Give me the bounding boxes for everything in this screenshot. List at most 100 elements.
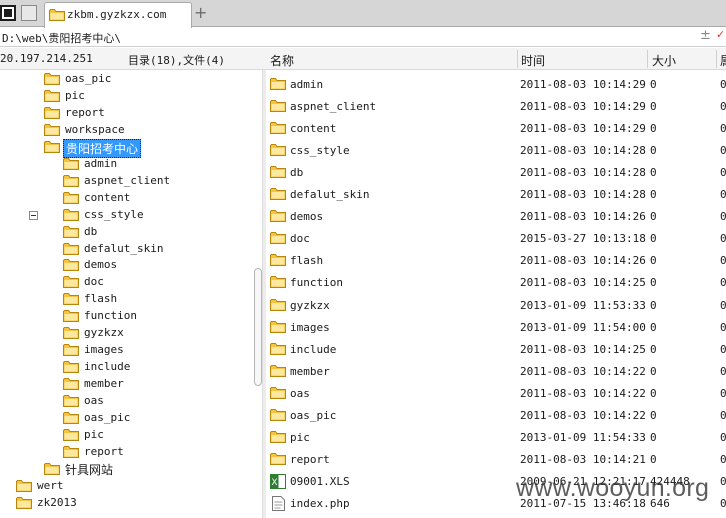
svg-text:X: X — [271, 478, 277, 488]
address-path[interactable]: D:\web\贵阳招考中心\ — [2, 30, 121, 46]
folder-icon — [270, 386, 286, 402]
file-row[interactable]: report 2011-08-03 10:14:21 0 0 — [266, 448, 726, 470]
tree-item-label: report — [65, 105, 105, 119]
folder-icon — [44, 123, 60, 136]
folder-icon — [63, 242, 79, 255]
collapse-icon[interactable] — [29, 211, 38, 220]
file-time: 2011-08-03 10:14:28 — [520, 166, 646, 180]
file-row[interactable]: pic 2013-01-09 11:54:33 0 0 — [266, 426, 726, 448]
php-file-icon — [270, 495, 286, 514]
column-divider[interactable] — [716, 50, 717, 68]
directory-tree[interactable]: oas_pic pic report workspace 贵阳招考中心 admin aspn… — [0, 70, 262, 518]
plus-minus-icon[interactable]: ± — [700, 28, 711, 43]
file-row[interactable]: defalut_skin 2011-08-03 10:14:28 0 0 — [266, 183, 726, 205]
file-row[interactable]: content 2011-08-03 10:14:29 0 0 — [266, 117, 726, 139]
column-divider[interactable] — [647, 50, 648, 68]
file-list[interactable]: admin 2011-08-03 10:14:29 0 0 aspnet_client 2… — [266, 70, 726, 518]
tree-item-label: doc — [84, 275, 104, 289]
file-row[interactable]: oas_pic 2011-08-03 10:14:22 0 0 — [266, 404, 726, 426]
file-row[interactable]: demos 2011-08-03 10:14:26 0 0 — [266, 205, 726, 227]
column-divider[interactable] — [517, 50, 518, 68]
watermark: www.wooyun.org — [516, 474, 710, 502]
tree-item-label: include — [84, 360, 131, 374]
file-time: 2011-08-03 10:14:25 — [520, 342, 646, 356]
file-name: defalut_skin — [290, 188, 370, 202]
column-size[interactable]: 大小 — [652, 52, 676, 69]
file-row[interactable]: images 2013-01-09 11:54:00 0 0 — [266, 316, 726, 338]
toolbar-toggle-icon[interactable] — [21, 5, 37, 21]
folder-icon — [270, 364, 286, 380]
file-time: 2011-08-03 10:14:22 — [520, 408, 646, 422]
file-size: 0 — [650, 298, 657, 312]
file-size: 0 — [650, 320, 657, 334]
file-row[interactable]: flash 2011-08-03 10:14:26 0 0 — [266, 249, 726, 271]
file-attr: 0 — [720, 430, 726, 444]
file-attr: 0 — [720, 254, 726, 268]
file-time: 2011-08-03 10:14:26 — [520, 210, 646, 224]
folder-icon — [63, 225, 79, 238]
tree-item-label: 贵阳招考中心 — [63, 138, 142, 158]
file-row[interactable]: aspnet_client 2011-08-03 10:14:29 0 0 — [266, 95, 726, 117]
file-size: 0 — [650, 364, 657, 378]
file-row[interactable]: css_style 2011-08-03 10:14:28 0 0 — [266, 139, 726, 161]
file-attr: 0 — [720, 122, 726, 136]
file-time: 2011-08-03 10:14:29 — [520, 100, 646, 114]
file-name: doc — [290, 232, 310, 246]
file-row[interactable]: db 2011-08-03 10:14:28 0 0 — [266, 161, 726, 183]
file-row[interactable]: function 2011-08-03 10:14:25 0 0 — [266, 271, 726, 293]
file-row[interactable]: gyzkzx 2013-01-09 11:53:33 0 0 — [266, 294, 726, 316]
tree-item-label: zk2013 — [37, 495, 77, 509]
file-name: oas_pic — [290, 408, 337, 422]
file-size: 0 — [650, 166, 657, 180]
file-time: 2011-08-03 10:14:21 — [520, 452, 646, 466]
tree-item-label: oas — [84, 394, 104, 408]
file-name: 09001.XLS — [290, 474, 350, 488]
file-attr: 0 — [720, 232, 726, 246]
tree-item-label: css_style — [84, 207, 144, 221]
file-attr: 0 — [720, 298, 726, 312]
folder-icon — [44, 72, 60, 85]
file-size: 0 — [650, 188, 657, 202]
file-attr: 0 — [720, 452, 726, 466]
folder-icon — [63, 428, 79, 441]
folder-icon — [270, 408, 286, 424]
file-row[interactable]: member 2011-08-03 10:14:22 0 0 — [266, 360, 726, 382]
file-time: 2015-03-27 10:13:18 — [520, 232, 646, 246]
column-attr[interactable]: 属 — [720, 52, 726, 69]
file-name: aspnet_client — [290, 100, 377, 114]
window-menu-icon[interactable] — [0, 5, 16, 21]
column-name[interactable]: 名称 — [270, 52, 294, 69]
tab-title: zkbm.gyzkzx.com — [67, 8, 167, 21]
file-time: 2013-01-09 11:53:33 — [520, 298, 646, 312]
check-icon[interactable]: ✓ — [716, 28, 725, 41]
file-name: demos — [290, 210, 324, 224]
folder-icon — [270, 77, 286, 93]
tree-item-label: function — [84, 309, 137, 323]
tab-active[interactable]: zkbm.gyzkzx.com — [44, 2, 192, 28]
excel-file-icon: X — [270, 473, 286, 492]
file-name: css_style — [290, 144, 350, 158]
file-row[interactable]: include 2011-08-03 10:14:25 0 0 — [266, 338, 726, 360]
item-count: 目录(18),文件(4) — [128, 54, 225, 67]
tree-item-label: 针具网站 — [65, 462, 114, 477]
file-attr: 0 — [720, 78, 726, 91]
tree-item-label: flash — [84, 292, 118, 306]
file-time: 2011-08-03 10:14:22 — [520, 364, 646, 378]
file-row[interactable]: oas 2011-08-03 10:14:22 0 0 — [266, 382, 726, 404]
file-attr: 0 — [720, 276, 726, 290]
file-attr: 0 — [720, 210, 726, 224]
file-row[interactable]: doc 2015-03-27 10:13:18 0 0 — [266, 227, 726, 249]
new-tab-button[interactable]: + — [194, 3, 207, 22]
tree-item-label: workspace — [65, 122, 125, 136]
folder-icon — [270, 452, 286, 468]
file-row[interactable]: admin 2011-08-03 10:14:29 0 0 — [266, 73, 726, 95]
column-time[interactable]: 时间 — [521, 52, 545, 69]
folder-icon — [63, 292, 79, 306]
folder-icon — [270, 275, 286, 291]
tree-scrollbar-thumb[interactable] — [254, 268, 262, 386]
file-attr: 0 — [720, 342, 726, 356]
tab-bar: zkbm.gyzkzx.com + — [0, 0, 726, 28]
file-name: db — [290, 166, 304, 180]
address-bar[interactable]: D:\web\贵阳招考中心\ ± ✓ — [0, 28, 726, 47]
file-time: 2013-01-09 11:54:33 — [520, 430, 646, 444]
